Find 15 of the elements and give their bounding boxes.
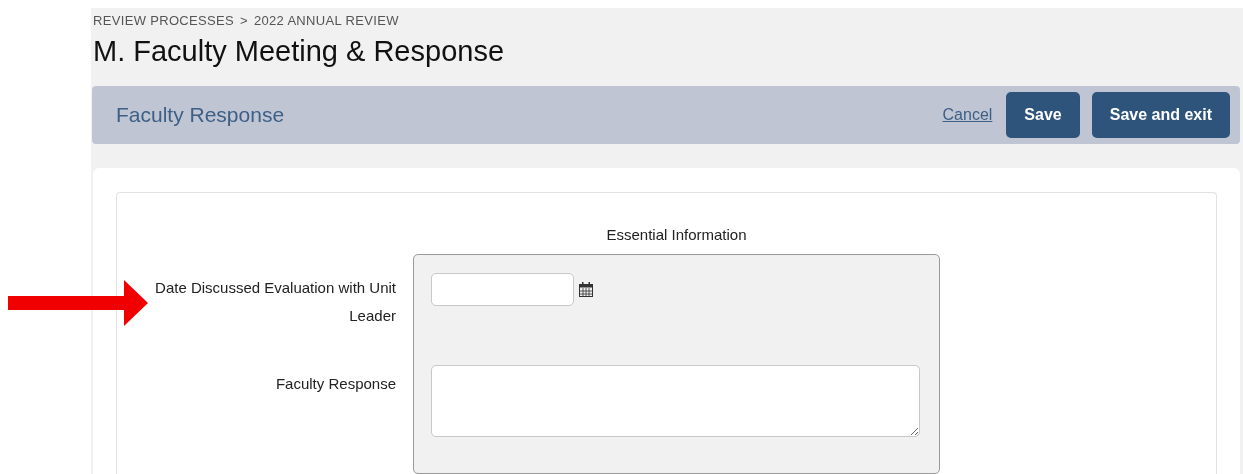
date-input[interactable] bbox=[431, 273, 574, 306]
arrow-icon bbox=[8, 280, 148, 326]
response-textarea[interactable] bbox=[431, 365, 920, 437]
breadcrumb-link[interactable]: REVIEW PROCESSES bbox=[93, 11, 234, 31]
breadcrumb-link[interactable]: 2022 ANNUAL REVIEW bbox=[253, 11, 399, 31]
save-and-exit-button[interactable]: Save and exit bbox=[1091, 91, 1230, 138]
cancel-link[interactable]: Cancel bbox=[942, 102, 993, 127]
field-label: Faculty Response bbox=[274, 374, 396, 394]
page-title: M. Faculty Meeting & Response bbox=[92, 33, 505, 69]
field-label: Date Discussed Evaluation with Unit Leader bbox=[154, 278, 396, 326]
fieldset-title: Essential Information bbox=[606, 226, 747, 243]
section-heading: Faculty Response bbox=[116, 102, 285, 128]
save-button[interactable]: Save bbox=[1006, 91, 1080, 138]
calendar-icon[interactable] bbox=[579, 282, 593, 297]
breadcrumb-separator: > bbox=[240, 12, 248, 30]
